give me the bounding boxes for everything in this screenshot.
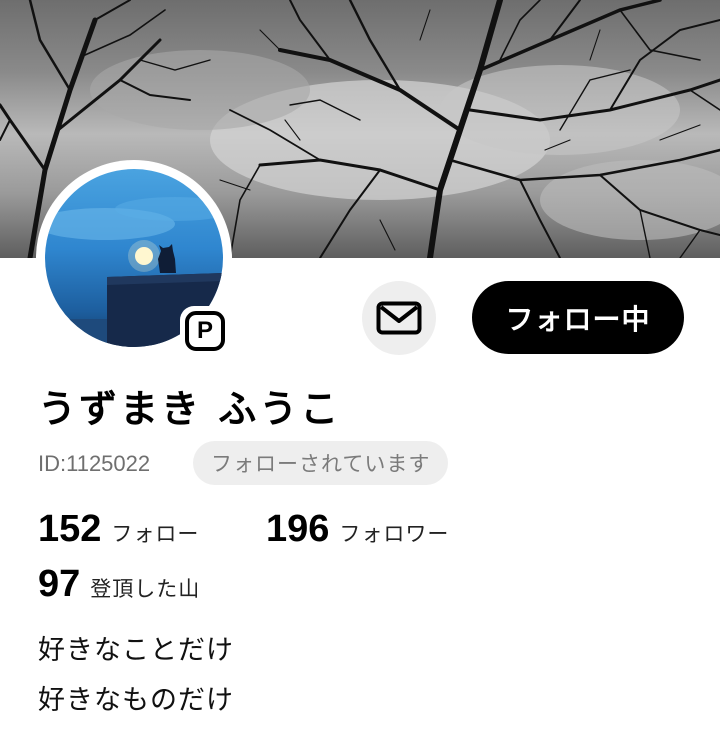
- climbed-peaks-label: 登頂した山: [90, 577, 201, 601]
- followers-stat[interactable]: 196 フォロワー: [266, 508, 449, 551]
- premium-p-icon: P: [185, 311, 225, 351]
- display-name: うずまき ふうこ: [38, 387, 342, 431]
- envelope-icon: [376, 301, 422, 335]
- message-button[interactable]: [362, 281, 436, 355]
- follows-you-badge: フォローされています: [193, 441, 449, 485]
- climbed-peaks-stat[interactable]: 97 登頂した山: [38, 563, 200, 606]
- premium-badge: P: [180, 306, 230, 356]
- following-label: フォロー: [111, 522, 200, 546]
- user-id: ID:1125022: [38, 451, 151, 476]
- climbed-peaks-count: 97: [38, 563, 81, 605]
- following-button[interactable]: フォロー中: [472, 281, 684, 354]
- following-count: 152: [38, 508, 102, 550]
- followers-count: 196: [266, 508, 330, 550]
- followers-label: フォロワー: [339, 522, 450, 546]
- bio-line: 好きなことだけ: [38, 635, 234, 666]
- following-stat[interactable]: 152 フォロー: [38, 508, 199, 551]
- bio-line: 好きなものだけ: [38, 685, 234, 716]
